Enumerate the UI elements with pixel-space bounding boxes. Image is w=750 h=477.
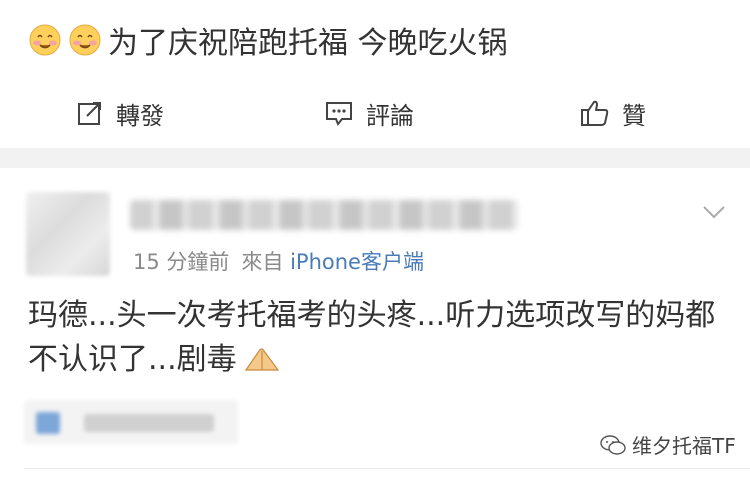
source-prefix: 來自 [241, 250, 284, 274]
source-link[interactable]: iPhone客户端 [290, 250, 424, 274]
chevron-down-icon[interactable] [702, 204, 726, 220]
repost-label: 轉發 [116, 101, 164, 130]
post-card: 为了庆祝陪跑托福 今晚吃火锅 轉發 評論 贊 [0, 0, 750, 148]
watermark-text: 维夕托福TF [632, 434, 736, 458]
blushing-face-icon [69, 24, 101, 56]
like-label: 贊 [622, 101, 646, 130]
comment-meta: 15 分鐘前 來自 iPhone客户端 [133, 246, 424, 276]
post-text: 为了庆祝陪跑托福 今晚吃火锅 [108, 26, 508, 61]
repost-button[interactable]: 轉發 [76, 88, 164, 138]
wechat-icon [600, 434, 626, 455]
pray-hands-icon [244, 348, 279, 371]
post-actions-bar: 轉發 評論 贊 [0, 88, 750, 138]
like-button[interactable]: 贊 [580, 88, 646, 138]
thumbs-up-icon [581, 100, 609, 126]
comment-icon [326, 102, 352, 126]
repost-icon [78, 102, 101, 125]
divider [24, 468, 750, 469]
comment-card: 15 分鐘前 來自 iPhone客户端 玛德...头一次考托福考的头疼...听力选… [0, 168, 750, 477]
reply-preview-blurred[interactable] [24, 400, 238, 444]
section-separator [0, 148, 750, 168]
watermark: 维夕托福TF [600, 430, 736, 459]
comment-time: 15 分鐘前 [133, 250, 230, 274]
comment-label: 評論 [366, 101, 414, 130]
blushing-face-icon [29, 24, 61, 56]
comment-button[interactable]: 評論 [324, 88, 414, 138]
comment-content: 玛德...头一次考托福考的头疼...听力选项改写的妈都不认识了...剧毒 [28, 294, 728, 382]
post-content: 为了庆祝陪跑托福 今晚吃火锅 [28, 18, 508, 62]
avatar[interactable] [26, 192, 110, 276]
comment-text: 玛德...头一次考托福考的头疼...听力选项改写的妈都不认识了...剧毒 [28, 298, 716, 377]
username-blurred[interactable] [130, 200, 518, 230]
